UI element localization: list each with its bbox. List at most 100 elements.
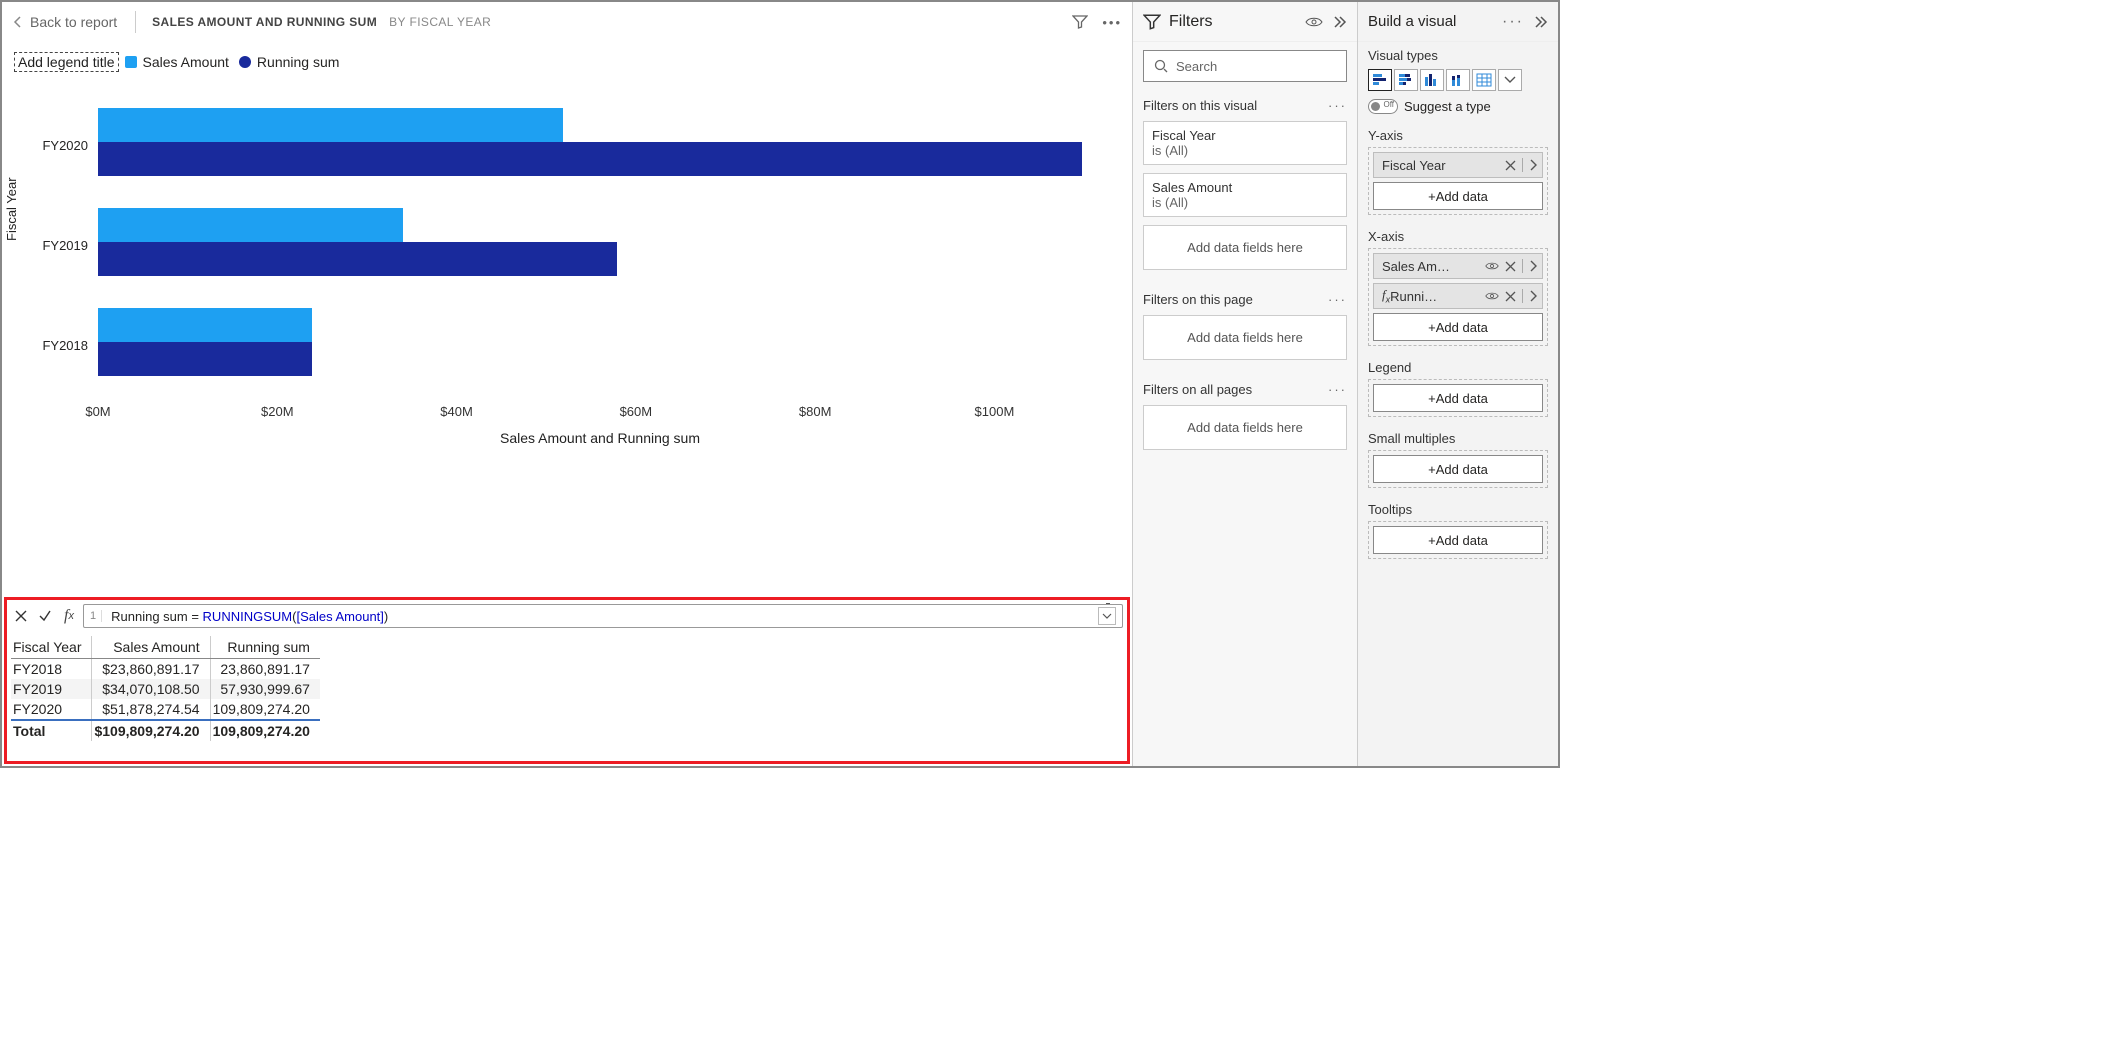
- report-title: SALES AMOUNT AND RUNNING SUM: [152, 15, 377, 29]
- bar-sales-amount[interactable]: [98, 308, 312, 342]
- col-fiscal-year[interactable]: Fiscal Year: [11, 636, 92, 659]
- formula-cancel-button[interactable]: [11, 605, 31, 627]
- formula-and-table-region: fx 1 Running sum = RUNNINGSUM([Sales Amo…: [4, 597, 1130, 764]
- well-label-tooltips: Tooltips: [1358, 496, 1558, 519]
- chevron-right-icon[interactable]: [1529, 159, 1538, 171]
- visual-type-table[interactable]: [1472, 69, 1496, 91]
- filters-all-dropzone[interactable]: Add data fields here: [1143, 405, 1347, 450]
- visual-types-label: Visual types: [1358, 42, 1558, 65]
- more-icon[interactable]: ···: [1328, 292, 1347, 307]
- more-options-icon[interactable]: •••: [1102, 15, 1122, 30]
- formula-commit-button[interactable]: [35, 605, 55, 627]
- well-legend[interactable]: +Add data: [1368, 379, 1548, 417]
- well-label-small: Small multiples: [1358, 425, 1558, 448]
- cell-total-label: Total: [11, 720, 92, 741]
- field-name: Fiscal Year: [1382, 158, 1505, 173]
- well-tooltips[interactable]: +Add data: [1368, 521, 1548, 559]
- bar-running-sum[interactable]: [98, 342, 312, 376]
- bar-sales-amount[interactable]: [98, 208, 403, 242]
- add-data-button[interactable]: +Add data: [1373, 384, 1543, 412]
- collapse-pane-icon[interactable]: [1331, 15, 1347, 29]
- filter-summary: is (All): [1152, 143, 1338, 158]
- category-label: FY2019: [38, 238, 88, 253]
- bar-running-sum[interactable]: [98, 242, 617, 276]
- visual-type-clustered-column[interactable]: [1420, 69, 1444, 91]
- filter-summary: is (All): [1152, 195, 1338, 210]
- col-sales-amount[interactable]: Sales Amount: [92, 636, 210, 659]
- more-icon[interactable]: ···: [1502, 13, 1524, 31]
- build-visual-pane: Build a visual ··· Visual types Suggest …: [1358, 2, 1558, 766]
- x-tick: $100M: [975, 404, 1015, 419]
- more-icon[interactable]: ···: [1328, 382, 1347, 397]
- suggest-type-row: Suggest a type: [1358, 95, 1558, 122]
- eye-icon[interactable]: [1485, 260, 1499, 272]
- legend-label-0: Sales Amount: [143, 54, 229, 70]
- collapse-pane-icon[interactable]: [1532, 15, 1548, 29]
- legend-label-1: Running sum: [257, 54, 340, 70]
- formula-input[interactable]: 1 Running sum = RUNNINGSUM([Sales Amount…: [83, 604, 1123, 628]
- bar-sales-amount[interactable]: [98, 108, 563, 142]
- table-row[interactable]: FY2018$23,860,891.1723,860,891.17: [11, 659, 320, 680]
- report-subtitle: BY FISCAL YEAR: [389, 15, 491, 29]
- filters-header: Filters: [1133, 2, 1357, 42]
- suggest-type-label: Suggest a type: [1404, 99, 1491, 114]
- filter-icon: [1143, 13, 1161, 31]
- visual-type-stacked-column[interactable]: [1446, 69, 1470, 91]
- more-icon[interactable]: ···: [1328, 98, 1347, 113]
- y-axis-label: Fiscal Year: [4, 177, 19, 241]
- cell-sales: $51,878,274.54: [92, 699, 210, 720]
- build-header: Build a visual ···: [1358, 2, 1558, 42]
- cell-total-run: 109,809,274.20: [210, 720, 320, 741]
- table-row[interactable]: FY2019$34,070,108.5057,930,999.67: [11, 679, 320, 699]
- visual-type-clustered-bar[interactable]: [1368, 69, 1392, 91]
- filters-visual-dropzone[interactable]: Add data fields here: [1143, 225, 1347, 270]
- table-row[interactable]: FY2020$51,878,274.54109,809,274.20: [11, 699, 320, 720]
- formula-dropdown-button[interactable]: [1098, 607, 1116, 625]
- add-data-button[interactable]: +Add data: [1373, 455, 1543, 483]
- field-pill[interactable]: fx Runni…: [1373, 283, 1543, 309]
- add-data-button[interactable]: +Add data: [1373, 313, 1543, 341]
- suggest-type-toggle[interactable]: [1368, 99, 1398, 114]
- eye-icon[interactable]: [1485, 290, 1499, 302]
- remove-icon[interactable]: [1505, 160, 1516, 171]
- filters-search-input[interactable]: Search: [1143, 50, 1347, 82]
- field-pill[interactable]: Fiscal Year: [1373, 152, 1543, 178]
- col-running-sum[interactable]: Running sum: [210, 636, 320, 659]
- eye-icon[interactable]: [1305, 15, 1323, 29]
- filter-card[interactable]: Fiscal Year is (All): [1143, 121, 1347, 165]
- x-tick: $40M: [440, 404, 473, 419]
- x-axis-label: Sales Amount and Running sum: [98, 430, 1102, 446]
- chart-body: Fiscal Year FY2020FY2019FY2018 $0M$20M$4…: [12, 80, 1112, 450]
- filter-field-name: Fiscal Year: [1152, 128, 1338, 143]
- category-group: FY2018: [98, 308, 1102, 388]
- chart-legend: Add legend title Sales Amount Running su…: [12, 52, 1112, 72]
- well-xaxis[interactable]: Sales Am… fx Runni… +Add data: [1368, 248, 1548, 346]
- build-title: Build a visual: [1368, 13, 1456, 30]
- chevron-right-icon[interactable]: [1529, 260, 1538, 272]
- bar-running-sum[interactable]: [98, 142, 1082, 176]
- well-yaxis[interactable]: Fiscal Year +Add data: [1368, 147, 1548, 215]
- remove-icon[interactable]: [1505, 291, 1516, 302]
- well-small[interactable]: +Add data: [1368, 450, 1548, 488]
- filter-field-name: Sales Amount: [1152, 180, 1338, 195]
- filter-card[interactable]: Sales Amount is (All): [1143, 173, 1347, 217]
- remove-icon[interactable]: [1505, 261, 1516, 272]
- app-root: Back to report SALES AMOUNT AND RUNNING …: [0, 0, 1560, 768]
- chart-visual[interactable]: Add legend title Sales Amount Running su…: [2, 42, 1132, 595]
- cell-fy: FY2020: [11, 699, 92, 720]
- visual-type-more-button[interactable]: [1498, 69, 1522, 91]
- visual-type-stacked-bar[interactable]: [1394, 69, 1418, 91]
- fx-icon[interactable]: fx: [59, 605, 79, 627]
- cell-fy: FY2018: [11, 659, 92, 680]
- legend-title-placeholder[interactable]: Add legend title: [14, 52, 119, 72]
- chevron-right-icon[interactable]: [1529, 290, 1538, 302]
- filters-page-dropzone[interactable]: Add data fields here: [1143, 315, 1347, 360]
- chevron-left-icon: [12, 15, 24, 29]
- field-pill[interactable]: Sales Am…: [1373, 253, 1543, 279]
- add-data-button[interactable]: +Add data: [1373, 526, 1543, 554]
- filter-icon[interactable]: [1072, 14, 1088, 30]
- back-to-report-button[interactable]: Back to report: [12, 14, 135, 30]
- field-name: Sales Am…: [1382, 259, 1485, 274]
- add-data-button[interactable]: +Add data: [1373, 182, 1543, 210]
- cell-run: 109,809,274.20: [210, 699, 320, 720]
